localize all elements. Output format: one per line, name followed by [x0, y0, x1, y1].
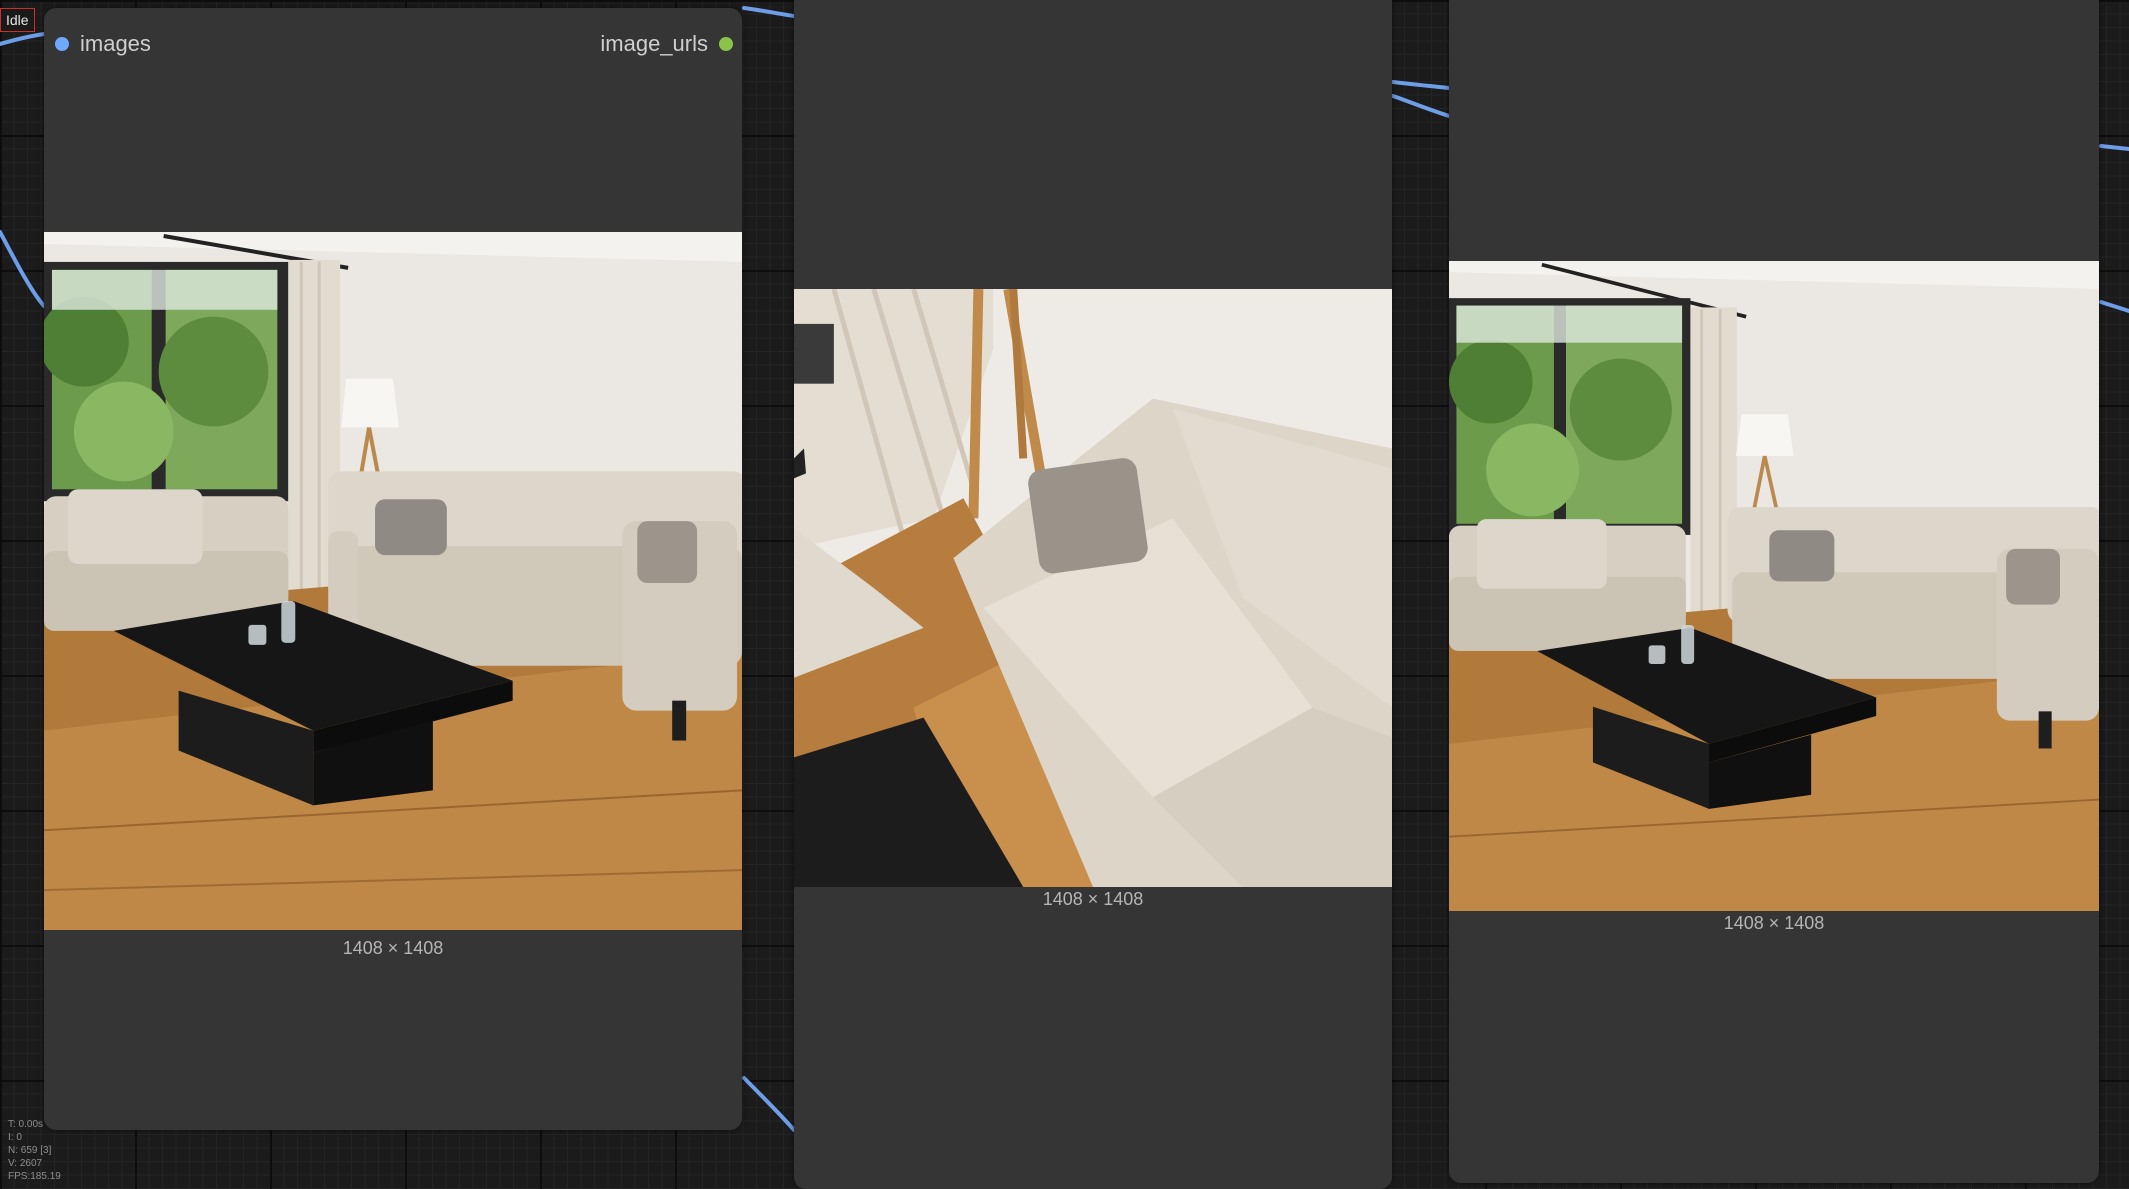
image-dimensions-left: 1408 × 1408 — [342, 938, 444, 958]
stat-vertices: V: 2607 — [8, 1158, 43, 1169]
image-dimensions-right: 1408 × 1408 — [1723, 913, 1825, 933]
stat-time: T: 0.00s — [8, 1119, 44, 1130]
preview-node-middle[interactable]: 1408 × 1408 — [794, 0, 1392, 1189]
input-dot[interactable] — [55, 37, 69, 51]
image-dimensions-middle: 1408 × 1408 — [1042, 889, 1144, 909]
preview-image-right[interactable] — [1449, 261, 2099, 911]
stat-fps: FPS:185.19 — [8, 1171, 61, 1182]
perf-stats: T: 0.00s I: 0 N: 659 [3] V: 2607 FPS:185… — [8, 1118, 61, 1183]
preview-image-left[interactable] — [44, 232, 742, 930]
room-image-left — [44, 232, 742, 930]
room-image-right — [1449, 261, 2099, 911]
input-slot-images[interactable]: images — [55, 31, 151, 56]
preview-image-middle[interactable] — [794, 289, 1392, 887]
output-slot-image-urls[interactable]: image_urls — [600, 31, 733, 56]
room-image-middle — [794, 289, 1392, 887]
status-badge: Idle — [0, 8, 35, 32]
output-label: image_urls — [600, 31, 708, 56]
preview-node-right[interactable]: 1408 × 1408 — [1449, 0, 2099, 1183]
stat-nodes: N: 659 [3] — [8, 1145, 52, 1156]
stat-iterations: I: 0 — [8, 1132, 22, 1143]
output-dot[interactable] — [719, 37, 733, 51]
preview-node-left[interactable]: images image_urls 1408 × 1408 — [44, 8, 742, 1130]
input-label: images — [80, 31, 151, 56]
